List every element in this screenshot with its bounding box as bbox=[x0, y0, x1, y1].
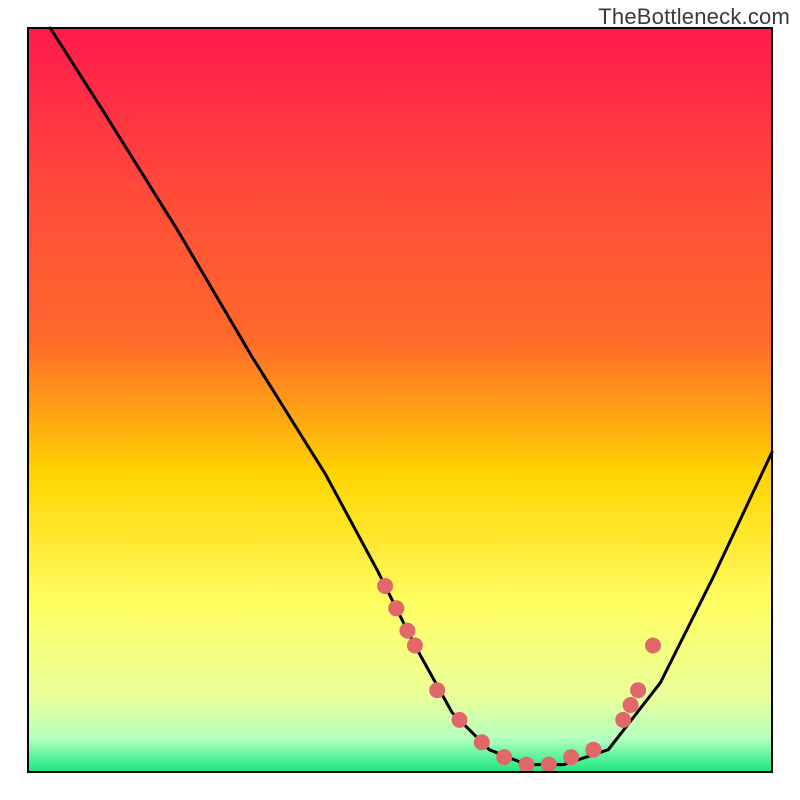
sample-dot bbox=[496, 749, 512, 765]
sample-dot bbox=[399, 623, 415, 639]
sample-dot bbox=[474, 734, 490, 750]
sample-dot bbox=[563, 749, 579, 765]
sample-dot bbox=[519, 757, 535, 773]
sample-dot bbox=[452, 712, 468, 728]
sample-dot bbox=[615, 712, 631, 728]
chart-frame: TheBottleneck.com bbox=[0, 0, 800, 800]
sample-dot bbox=[630, 682, 646, 698]
bottleneck-chart bbox=[0, 0, 800, 800]
sample-dot bbox=[429, 682, 445, 698]
sample-dot bbox=[377, 578, 393, 594]
sample-dot bbox=[585, 742, 601, 758]
sample-dot bbox=[407, 638, 423, 654]
gradient-background bbox=[28, 28, 772, 772]
sample-dot bbox=[623, 697, 639, 713]
sample-dot bbox=[541, 757, 557, 773]
sample-dot bbox=[388, 600, 404, 616]
sample-dot bbox=[645, 638, 661, 654]
watermark-text: TheBottleneck.com bbox=[598, 4, 790, 30]
